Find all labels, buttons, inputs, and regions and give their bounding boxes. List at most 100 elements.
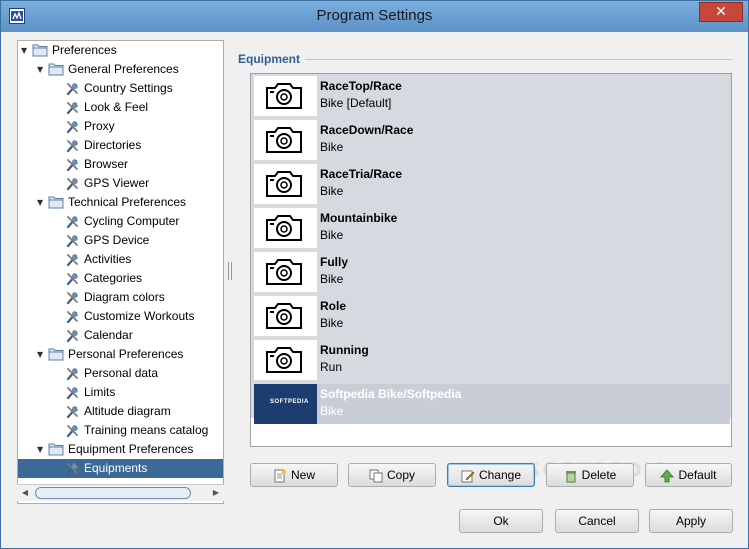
tools-icon (65, 138, 81, 153)
arrow-up-icon (660, 468, 675, 483)
splitter-grip[interactable] (228, 262, 232, 280)
equipment-type: Bike (320, 272, 344, 286)
tree-item-label: Diagram colors (84, 290, 165, 304)
tree-item[interactable]: Calendar (18, 326, 223, 345)
tree-item[interactable]: Activities (18, 250, 223, 269)
tree-item[interactable]: Browser (18, 155, 223, 174)
tools-icon (65, 233, 81, 248)
tools-icon (65, 366, 81, 381)
equipment-item[interactable]: RaceDown/Race Bike (254, 118, 730, 161)
default-button[interactable]: Default (645, 463, 732, 487)
tree-item[interactable]: ▼ Personal Preferences (18, 345, 223, 364)
preferences-tree[interactable]: ▼ Preferences ▼ General Preferences Country … (17, 40, 224, 504)
equipment-name: RaceDown/Race (320, 123, 414, 137)
change-button-label: Change (478, 468, 522, 482)
expand-arrow-icon[interactable]: ▼ (37, 440, 47, 459)
tools-icon (65, 328, 81, 343)
tools-icon (65, 214, 81, 229)
tree-item[interactable]: ▼ Equipment Preferences (18, 440, 223, 459)
tree-item[interactable]: Country Settings (18, 79, 223, 98)
tree-item-label: Activities (84, 252, 132, 266)
tree-item[interactable]: Altitude diagram (18, 402, 223, 421)
new-document-icon (273, 468, 287, 483)
tree-item-label: Altitude diagram (84, 404, 171, 418)
equipment-name: Mountainbike (320, 211, 398, 225)
folder-icon (48, 442, 64, 457)
tree-item[interactable]: Limits (18, 383, 223, 402)
ok-button[interactable]: Ok (459, 509, 543, 533)
tools-icon (65, 461, 81, 476)
expand-arrow-icon[interactable]: ▼ (21, 41, 31, 60)
equipment-type: Run (320, 360, 343, 374)
tree-item[interactable]: ▼ General Preferences (18, 60, 223, 79)
scrollbar-thumb[interactable] (35, 487, 191, 499)
tree-item[interactable]: GPS Viewer (18, 174, 223, 193)
expand-arrow-icon[interactable]: ▼ (37, 345, 47, 364)
tools-icon (65, 252, 81, 267)
tree-item[interactable]: GPS Device (18, 231, 223, 250)
equipment-item[interactable]: SOFTPEDIA Softpedia Bike/Softpedia Bike (254, 382, 730, 425)
tree-item[interactable]: ▼ Technical Preferences (18, 193, 223, 212)
tree-item[interactable]: Equipments (18, 459, 223, 478)
equipment-name: Softpedia Bike/Softpedia (320, 387, 462, 401)
change-button[interactable]: Change (447, 463, 535, 487)
equipment-item[interactable]: RaceTop/Race Bike [Default] (254, 74, 730, 117)
default-button-label: Default (678, 468, 717, 482)
expand-arrow-icon[interactable]: ▼ (37, 193, 47, 212)
panel-splitter[interactable] (227, 40, 233, 501)
title-bar[interactable]: Program Settings ✕ (1, 1, 748, 32)
delete-button[interactable]: Delete (546, 463, 634, 487)
tree-item[interactable]: ▼ Preferences (18, 41, 223, 60)
cancel-button-label: Cancel (578, 514, 616, 528)
apply-button[interactable]: Apply (649, 509, 733, 533)
tree-item-label: Customize Workouts (84, 309, 195, 323)
scroll-left-icon[interactable]: ◀ (18, 486, 32, 500)
softpedia-logo-text: SOFTPEDIA (270, 399, 309, 405)
new-button[interactable]: New (250, 463, 338, 487)
tools-icon (65, 119, 81, 134)
close-button[interactable]: ✕ (699, 2, 743, 22)
group-border-top (305, 59, 732, 60)
tree-item-label: Categories (84, 271, 143, 285)
folder-icon (48, 347, 64, 362)
equipment-list[interactable]: RaceTop/Race Bike [Default] RaceDown/Race B… (250, 73, 732, 447)
scroll-right-icon[interactable]: ▶ (209, 486, 223, 500)
tree-item[interactable]: Customize Workouts (18, 307, 223, 326)
equipment-item[interactable]: Mountainbike Bike (254, 206, 730, 249)
folder-icon (32, 43, 48, 58)
tools-icon (65, 404, 81, 419)
tree-item[interactable]: Diagram colors (18, 288, 223, 307)
equipment-item[interactable]: Fully Bike (254, 250, 730, 293)
cancel-button[interactable]: Cancel (555, 509, 639, 533)
program-settings-window: Program Settings ✕ ▼ Preferences ▼ General … (0, 0, 749, 549)
tree-item[interactable]: Proxy (18, 117, 223, 136)
equipment-name: Running (320, 343, 369, 357)
tools-icon (65, 157, 81, 172)
camera-icon (254, 208, 317, 248)
tree-item-label: Preferences (52, 43, 117, 57)
tree-item-label: Country Settings (84, 81, 173, 95)
tree-item-label: Directories (84, 138, 142, 152)
equipment-item[interactable]: RaceTria/Race Bike (254, 162, 730, 205)
new-button-label: New (290, 468, 315, 482)
tree-item-label: GPS Viewer (84, 176, 150, 190)
tree-item[interactable]: Categories (18, 269, 223, 288)
tree-item[interactable]: Cycling Computer (18, 212, 223, 231)
tree-item[interactable]: Look & Feel (18, 98, 223, 117)
tree-item-label: General Preferences (68, 62, 179, 76)
tree-horizontal-scrollbar[interactable]: ◀ ▶ (17, 484, 224, 501)
folder-icon (48, 195, 64, 210)
copy-button[interactable]: Copy (348, 463, 436, 487)
tree-item-label: Equipments (84, 461, 148, 475)
tree-item[interactable]: Personal data (18, 364, 223, 383)
camera-icon (254, 76, 317, 116)
tree-item[interactable]: Training means catalog (18, 421, 223, 440)
tree-item[interactable]: Directories (18, 136, 223, 155)
equipment-item[interactable]: Role Bike (254, 294, 730, 337)
expand-arrow-icon[interactable]: ▼ (37, 60, 47, 79)
equipment-type: Bike (320, 404, 344, 418)
equipment-type: Bike (320, 140, 344, 154)
window-title: Program Settings (316, 7, 433, 24)
equipment-item[interactable]: Running Run (254, 338, 730, 381)
equipment-type: Bike (320, 316, 344, 330)
